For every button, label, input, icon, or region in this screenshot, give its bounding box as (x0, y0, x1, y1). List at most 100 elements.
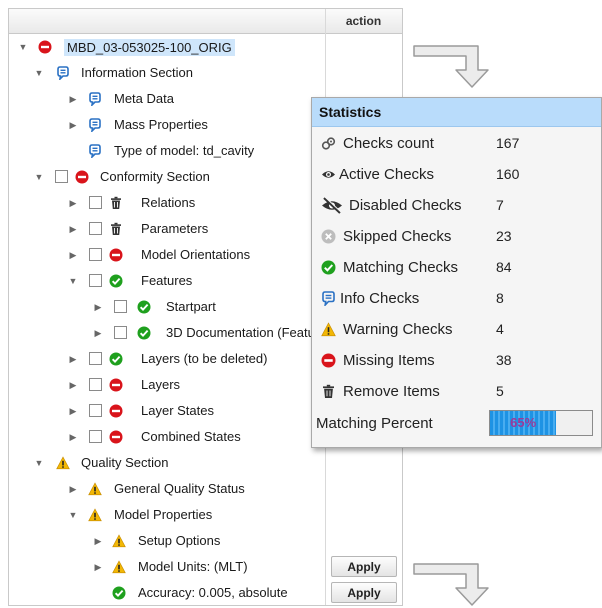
missing-icon (321, 353, 336, 368)
check-icon (137, 326, 151, 340)
stat-label: Skipped Checks (343, 228, 452, 245)
row-checkbox[interactable] (114, 326, 127, 339)
action-column-header: action (345, 14, 382, 28)
row-checkbox[interactable] (114, 300, 127, 313)
collapse-toggle[interactable]: ▼ (33, 164, 45, 190)
tree-row-label: Type of model: td_cavity (114, 143, 255, 158)
collapse-toggle[interactable]: ▼ (67, 268, 79, 294)
progress-value: 65% (510, 415, 537, 430)
stat-value: 167 (496, 135, 520, 151)
tree-row-label: Accuracy: 0.005, absolute (138, 585, 288, 600)
check-icon (109, 274, 123, 288)
tree-row-label: Relations (141, 195, 196, 210)
row-checkbox[interactable] (89, 404, 102, 417)
expand-toggle[interactable]: ▶ (67, 476, 79, 502)
expand-toggle[interactable]: ▶ (67, 242, 79, 268)
stat-label: Warning Checks (343, 321, 453, 338)
expand-toggle[interactable]: ▶ (67, 86, 79, 112)
missing-icon (109, 248, 123, 262)
warning-icon (321, 322, 336, 337)
row-checkbox[interactable] (89, 274, 102, 287)
tree-row-label: Features (141, 273, 193, 288)
tree-row-label: Mass Properties (114, 117, 208, 132)
row-checkbox[interactable] (89, 222, 102, 235)
stat-label: Disabled Checks (349, 197, 462, 214)
stat-skipped-checks: Skipped Checks 23 (312, 221, 601, 252)
trash-icon (111, 222, 121, 235)
tree-row-label: Parameters (141, 221, 209, 236)
row-checkbox[interactable] (89, 352, 102, 365)
collapse-toggle[interactable]: ▼ (33, 60, 45, 86)
warning-icon (112, 534, 126, 548)
info-icon (89, 118, 101, 132)
row-checkbox[interactable] (89, 196, 102, 209)
expand-toggle[interactable]: ▶ (67, 372, 79, 398)
trash-icon (323, 384, 334, 398)
tree-row-label: Quality Section (81, 455, 169, 470)
expand-toggle[interactable]: ▶ (92, 554, 104, 580)
stat-label: Remove Items (343, 383, 440, 400)
warning-icon (88, 482, 102, 496)
stat-value: 38 (496, 352, 512, 368)
expand-toggle[interactable]: ▶ (67, 398, 79, 424)
apply-button-accuracy[interactable]: Apply (331, 582, 397, 603)
statistics-title: Statistics (312, 98, 601, 127)
apply-button-model-units[interactable]: Apply (331, 556, 397, 577)
matching-percent-label: Matching Percent (316, 415, 433, 432)
eye-slash-icon (322, 197, 342, 214)
stat-disabled-checks: Disabled Checks 7 (312, 190, 601, 221)
expand-toggle[interactable]: ▶ (92, 320, 104, 346)
tree-row-label: Meta Data (114, 91, 174, 106)
row-checkbox[interactable] (89, 378, 102, 391)
row-checkbox[interactable] (55, 170, 68, 183)
stat-label: Active Checks (339, 166, 435, 183)
collapse-toggle[interactable]: ▼ (33, 450, 45, 476)
stat-missing-items: Missing Items 38 (312, 345, 601, 376)
expand-toggle[interactable]: ▶ (67, 424, 79, 450)
tree-row-information-section[interactable]: ▼ Information Section (9, 60, 402, 86)
info-icon (89, 92, 101, 106)
stat-value: 5 (496, 383, 504, 399)
expand-toggle[interactable]: ▶ (67, 112, 79, 138)
warning-icon (112, 560, 126, 574)
tree-row-label: Layers (141, 377, 181, 392)
expand-toggle[interactable]: ▶ (92, 528, 104, 554)
stat-label: Checks count (343, 135, 434, 152)
stat-matching-checks: Matching Checks 84 (312, 252, 601, 283)
expand-toggle[interactable]: ▶ (92, 294, 104, 320)
stat-value: 8 (496, 290, 504, 306)
tree-row-accuracy[interactable]: Accuracy: 0.005, absolute Apply (9, 580, 402, 605)
check-icon (112, 586, 126, 600)
tree-row-model-properties[interactable]: ▼ Model Properties (9, 502, 402, 528)
stat-label: Info Checks (340, 290, 420, 307)
tree-row-quality-section[interactable]: ▼ Quality Section (9, 450, 402, 476)
tree-row-root[interactable]: ▼ MBD_03-053025-100_ORIG (9, 34, 402, 60)
tree-row-label: Conformity Section (100, 169, 210, 184)
info-icon (322, 291, 335, 306)
stat-value: 84 (496, 259, 512, 275)
statistics-popup: Statistics Checks count 167 Active Check… (311, 97, 602, 448)
tree-row-label: Startpart (166, 299, 216, 314)
tree-row-label: Setup Options (138, 533, 221, 548)
tree-row-label: Model Properties (114, 507, 213, 522)
expand-toggle[interactable]: ▶ (67, 346, 79, 372)
stat-info-checks: Info Checks 8 (312, 283, 601, 314)
root-model-name: MBD_03-053025-100_ORIG (64, 39, 235, 56)
row-checkbox[interactable] (89, 248, 102, 261)
tree-row-setup-options[interactable]: ▶ Setup Options (9, 528, 402, 554)
tree-row-label: Model Orientations (141, 247, 251, 262)
tree-row-general-quality-status[interactable]: ▶ General Quality Status (9, 476, 402, 502)
tree-row-label: General Quality Status (114, 481, 245, 496)
collapse-toggle[interactable]: ▼ (67, 502, 79, 528)
collapse-toggle[interactable]: ▼ (17, 34, 29, 60)
row-checkbox[interactable] (89, 430, 102, 443)
tree-row-model-units[interactable]: ▶ Model Units: (MLT) Apply (9, 554, 402, 580)
tree-row-label: Combined States (141, 429, 241, 444)
expand-toggle[interactable]: ▶ (67, 190, 79, 216)
check-icon (137, 300, 151, 314)
tree-row-label: Layers (to be deleted) (141, 351, 268, 366)
stat-checks-count: Checks count 167 (312, 128, 601, 159)
expand-toggle[interactable]: ▶ (67, 216, 79, 242)
missing-icon (38, 40, 52, 54)
warning-icon (88, 508, 102, 522)
